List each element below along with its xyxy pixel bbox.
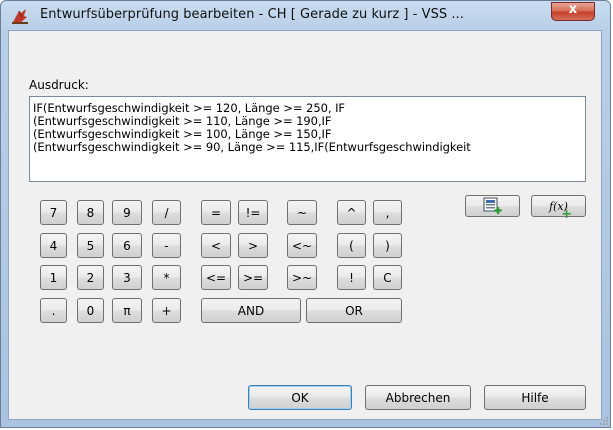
key-less-than[interactable]: < xyxy=(201,233,231,258)
key-minus[interactable]: - xyxy=(152,233,181,258)
close-button[interactable]: x xyxy=(551,2,595,21)
title-bar[interactable]: Entwurfsüberprüfung bearbeiten - CH [ Ge… xyxy=(1,1,610,31)
key-greater-than[interactable]: > xyxy=(238,233,268,258)
key-caret[interactable]: ^ xyxy=(337,200,366,225)
expression-textarea[interactable]: IF(Entwurfsgeschwindigkeit >= 120, Länge… xyxy=(29,96,586,182)
key-5[interactable]: 5 xyxy=(77,233,104,258)
key-0[interactable]: 0 xyxy=(77,298,104,323)
expression-line: (Entwurfsgeschwindigkeit >= 90, Länge >=… xyxy=(33,140,471,154)
key-close-paren[interactable]: ) xyxy=(373,233,402,258)
dialog-client-area xyxy=(8,30,602,420)
insert-function-button[interactable]: f(x) + xyxy=(531,195,586,222)
key-3[interactable]: 3 xyxy=(112,265,142,290)
app-icon xyxy=(12,9,28,24)
key-comma[interactable]: , xyxy=(373,200,402,225)
key-1[interactable]: 1 xyxy=(40,265,67,290)
key-6[interactable]: 6 xyxy=(112,233,142,258)
key-8[interactable]: 8 xyxy=(77,200,104,225)
key-7[interactable]: 7 xyxy=(40,200,67,225)
or-button[interactable]: OR xyxy=(306,298,402,323)
cancel-button[interactable]: Abbrechen xyxy=(365,385,471,410)
key-9[interactable]: 9 xyxy=(112,200,142,225)
key-pi[interactable]: π xyxy=(112,298,142,323)
function-icon: f(x) + xyxy=(549,199,572,222)
help-button[interactable]: Hilfe xyxy=(484,385,586,410)
insert-property-icon xyxy=(483,197,501,214)
and-button[interactable]: AND xyxy=(201,298,301,323)
key-2[interactable]: 2 xyxy=(77,265,104,290)
key-greater-tilde[interactable]: >~ xyxy=(287,265,317,290)
key-tilde[interactable]: ~ xyxy=(287,200,317,225)
key-decimal[interactable]: . xyxy=(40,298,67,323)
key-less-tilde[interactable]: <~ xyxy=(287,233,317,258)
key-open-paren[interactable]: ( xyxy=(337,233,366,258)
key-not[interactable]: ! xyxy=(337,265,366,290)
key-greater-equal[interactable]: >= xyxy=(238,265,268,290)
key-plus[interactable]: + xyxy=(152,298,181,323)
expression-label: Ausdruck: xyxy=(29,78,89,92)
resize-grip-icon[interactable] xyxy=(598,415,609,426)
key-clear[interactable]: C xyxy=(373,265,402,290)
key-multiply[interactable]: * xyxy=(152,265,181,290)
key-equals[interactable]: = xyxy=(201,200,231,225)
key-not-equals[interactable]: != xyxy=(238,200,268,225)
insert-property-button[interactable] xyxy=(465,195,520,217)
key-less-equal[interactable]: <= xyxy=(201,265,231,290)
key-4[interactable]: 4 xyxy=(40,233,67,258)
window-title: Entwurfsüberprüfung bearbeiten - CH [ Ge… xyxy=(40,7,464,22)
key-divide[interactable]: / xyxy=(152,200,181,225)
close-icon: x xyxy=(568,2,578,17)
ok-button[interactable]: OK xyxy=(248,385,352,410)
